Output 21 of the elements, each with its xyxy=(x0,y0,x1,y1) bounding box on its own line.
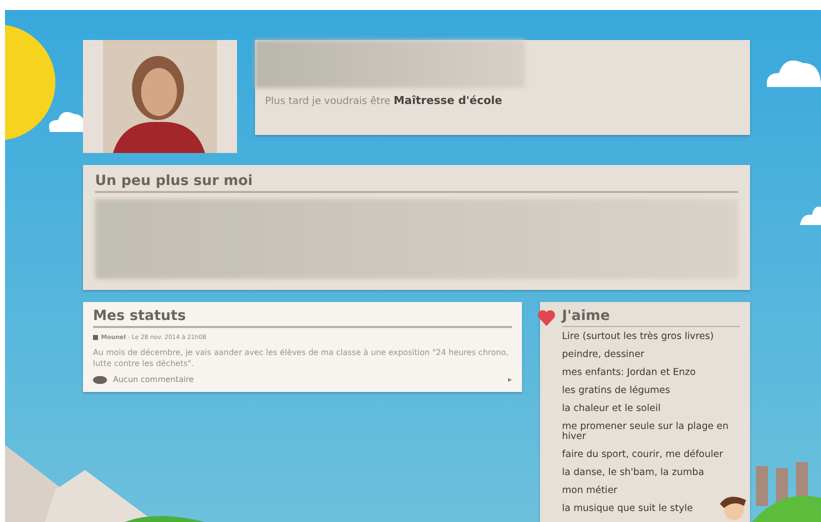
like-item: me promener seule sur la plage en hiver xyxy=(562,420,730,444)
more-link[interactable]: ▸ xyxy=(508,375,512,384)
like-item: mon métier xyxy=(562,484,618,498)
like-item: la danse, le sh'bam, la zumba xyxy=(562,466,706,480)
like-item: les gratins de légumes xyxy=(562,384,672,398)
like-item: peindre, dessiner xyxy=(562,348,646,362)
like-item: faire du sport, courir, me défouler xyxy=(562,448,724,462)
comment-icon xyxy=(93,376,107,384)
like-item: mes enfants: Jordan et Enzo xyxy=(562,366,697,380)
section-title: J'aime xyxy=(562,308,740,327)
like-item: la musique que suit le style xyxy=(562,502,694,516)
cloud-icon xyxy=(800,205,821,225)
heart-icon xyxy=(538,310,555,326)
tagline: Plus tard je voudrais être Maîtresse d'école xyxy=(265,94,504,107)
section-title: Mes statuts xyxy=(93,308,512,328)
like-item: la chaleur et le soleil xyxy=(562,402,662,416)
status-text: Au mois de décembre, je vais aander avec les élèves de ma classe à une exposition "24 heures chrono, lutte contre les déchets". xyxy=(93,347,510,369)
section-title: Un peu plus sur moi xyxy=(95,173,738,193)
author-icon xyxy=(93,335,98,340)
like-item: Lire (surtout les très gros livres) xyxy=(562,330,715,344)
comment-count[interactable]: Aucun commentaire xyxy=(113,375,194,384)
